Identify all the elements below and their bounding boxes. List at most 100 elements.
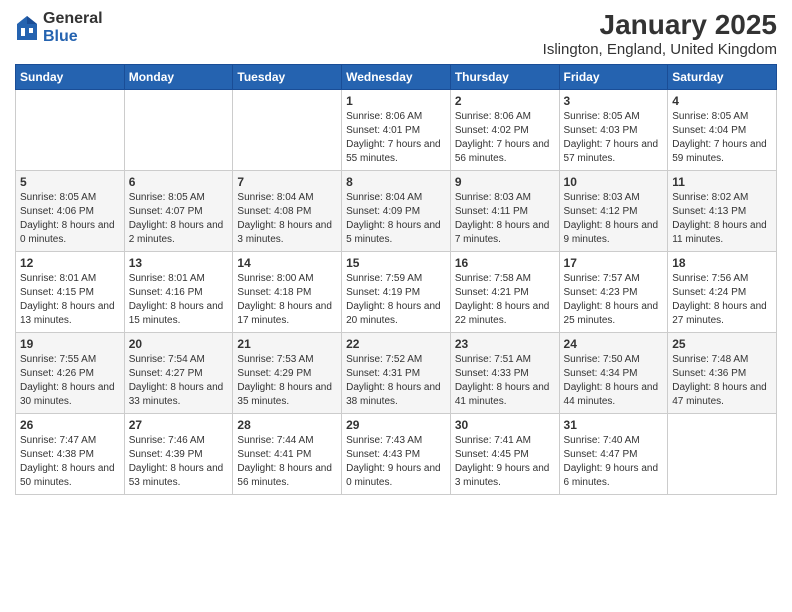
day-number: 17 [564, 256, 664, 270]
day-number: 15 [346, 256, 446, 270]
calendar-week-4: 19 Sunrise: 7:55 AM Sunset: 4:26 PM Dayli… [16, 332, 777, 413]
day-info: Sunrise: 7:54 AM Sunset: 4:27 PM Dayligh… [129, 353, 229, 409]
calendar-cell: 27Sunrise: 7:46 AM Sunset: 4:39 PM Dayli… [124, 413, 233, 494]
day-number: 23 [455, 337, 555, 351]
logo-general-text: General [43, 10, 103, 28]
calendar-cell: 24 Sunrise: 7:50 AM Sunset: 4:34 PM Dayli… [559, 332, 668, 413]
day-number: 27 [129, 418, 229, 432]
day-number: 4 [672, 94, 772, 108]
day-info: Sunrise: 7:50 AM Sunset: 4:34 PM Dayligh… [564, 353, 664, 409]
calendar-header: Sunday Monday Tuesday Wednesday Thursday… [16, 64, 777, 89]
day-number: 18 [672, 256, 772, 270]
day-info: Sunrise: 7:52 AM Sunset: 4:31 PM Dayligh… [346, 353, 446, 409]
day-info: Sunrise: 8:01 AM Sunset: 4:15 PM Dayligh… [20, 272, 120, 328]
logo-blue-text: Blue [43, 28, 103, 46]
day-info: Sunrise: 7:43 AM Sunset: 4:43 PM Dayligh… [346, 434, 446, 490]
logo-icon [15, 14, 39, 42]
calendar-table: Sunday Monday Tuesday Wednesday Thursday… [15, 64, 777, 495]
day-info: Sunrise: 8:01 AM Sunset: 4:16 PM Dayligh… [129, 272, 229, 328]
calendar-cell: 25 Sunrise: 7:48 AM Sunset: 4:36 PM Dayli… [668, 332, 777, 413]
page-title: January 2025 [543, 10, 777, 41]
logo: General Blue [15, 10, 103, 45]
day-info: Sunrise: 7:48 AM Sunset: 4:36 PM Dayligh… [672, 353, 772, 409]
calendar-cell: 2 Sunrise: 8:06 AM Sunset: 4:02 PM Daylig… [450, 89, 559, 170]
calendar-cell: 13 Sunrise: 8:01 AM Sunset: 4:16 PM Dayli… [124, 251, 233, 332]
calendar-cell [16, 89, 125, 170]
day-info: Sunrise: 8:05 AM Sunset: 4:04 PM Dayligh… [672, 110, 772, 166]
day-info: Sunrise: 7:51 AM Sunset: 4:33 PM Dayligh… [455, 353, 555, 409]
day-number: 11 [672, 175, 772, 189]
day-number: 19 [20, 337, 120, 351]
day-info: Sunrise: 8:04 AM Sunset: 4:08 PM Dayligh… [237, 191, 337, 247]
header-tuesday: Tuesday [233, 64, 342, 89]
calendar-cell: 4 Sunrise: 8:05 AM Sunset: 4:04 PM Daylig… [668, 89, 777, 170]
calendar-cell: 9 Sunrise: 8:03 AM Sunset: 4:11 PM Daylig… [450, 170, 559, 251]
day-info: Sunrise: 8:05 AM Sunset: 4:07 PM Dayligh… [129, 191, 229, 247]
day-info: Sunrise: 7:58 AM Sunset: 4:21 PM Dayligh… [455, 272, 555, 328]
day-number: 10 [564, 175, 664, 189]
calendar-cell: 18 Sunrise: 7:56 AM Sunset: 4:24 PM Dayli… [668, 251, 777, 332]
calendar-body: 1 Sunrise: 8:06 AM Sunset: 4:01 PM Daylig… [16, 89, 777, 494]
day-number: 9 [455, 175, 555, 189]
header: General Blue January 2025 Islington, Eng… [15, 10, 777, 58]
day-number: 25 [672, 337, 772, 351]
day-info: Sunrise: 7:55 AM Sunset: 4:26 PM Dayligh… [20, 353, 120, 409]
day-number: 21 [237, 337, 337, 351]
calendar-week-3: 12Sunrise: 8:01 AM Sunset: 4:15 PM Dayli… [16, 251, 777, 332]
day-number: 30 [455, 418, 555, 432]
calendar-cell: 15 Sunrise: 7:59 AM Sunset: 4:19 PM Dayli… [342, 251, 451, 332]
day-info: Sunrise: 8:06 AM Sunset: 4:01 PM Dayligh… [346, 110, 446, 166]
day-info: Sunrise: 8:04 AM Sunset: 4:09 PM Dayligh… [346, 191, 446, 247]
day-info: Sunrise: 8:00 AM Sunset: 4:18 PM Dayligh… [237, 272, 337, 328]
calendar-cell: 28Sunrise: 7:44 AM Sunset: 4:41 PM Dayli… [233, 413, 342, 494]
calendar-cell: 8 Sunrise: 8:04 AM Sunset: 4:09 PM Daylig… [342, 170, 451, 251]
calendar-week-1: 1 Sunrise: 8:06 AM Sunset: 4:01 PM Daylig… [16, 89, 777, 170]
day-info: Sunrise: 7:53 AM Sunset: 4:29 PM Dayligh… [237, 353, 337, 409]
day-info: Sunrise: 7:59 AM Sunset: 4:19 PM Dayligh… [346, 272, 446, 328]
calendar-cell [124, 89, 233, 170]
calendar-cell: 23 Sunrise: 7:51 AM Sunset: 4:33 PM Dayli… [450, 332, 559, 413]
day-number: 13 [129, 256, 229, 270]
calendar-cell: 31 Sunrise: 7:40 AM Sunset: 4:47 PM Dayli… [559, 413, 668, 494]
day-number: 1 [346, 94, 446, 108]
day-info: Sunrise: 7:41 AM Sunset: 4:45 PM Dayligh… [455, 434, 555, 490]
calendar-cell: 29 Sunrise: 7:43 AM Sunset: 4:43 PM Dayli… [342, 413, 451, 494]
day-info: Sunrise: 7:57 AM Sunset: 4:23 PM Dayligh… [564, 272, 664, 328]
day-number: 26 [20, 418, 120, 432]
header-sunday: Sunday [16, 64, 125, 89]
day-info: Sunrise: 8:06 AM Sunset: 4:02 PM Dayligh… [455, 110, 555, 166]
calendar-week-2: 5 Sunrise: 8:05 AM Sunset: 4:06 PM Daylig… [16, 170, 777, 251]
day-info: Sunrise: 8:05 AM Sunset: 4:06 PM Dayligh… [20, 191, 120, 247]
header-thursday: Thursday [450, 64, 559, 89]
calendar-cell: 16Sunrise: 7:58 AM Sunset: 4:21 PM Dayli… [450, 251, 559, 332]
day-number: 5 [20, 175, 120, 189]
header-row: Sunday Monday Tuesday Wednesday Thursday… [16, 64, 777, 89]
calendar-cell: 12Sunrise: 8:01 AM Sunset: 4:15 PM Dayli… [16, 251, 125, 332]
calendar-cell: 5 Sunrise: 8:05 AM Sunset: 4:06 PM Daylig… [16, 170, 125, 251]
calendar-cell: 6 Sunrise: 8:05 AM Sunset: 4:07 PM Daylig… [124, 170, 233, 251]
day-info: Sunrise: 8:03 AM Sunset: 4:11 PM Dayligh… [455, 191, 555, 247]
day-info: Sunrise: 7:40 AM Sunset: 4:47 PM Dayligh… [564, 434, 664, 490]
day-number: 8 [346, 175, 446, 189]
calendar-cell: 21 Sunrise: 7:53 AM Sunset: 4:29 PM Dayli… [233, 332, 342, 413]
day-number: 2 [455, 94, 555, 108]
day-number: 24 [564, 337, 664, 351]
day-info: Sunrise: 7:47 AM Sunset: 4:38 PM Dayligh… [20, 434, 120, 490]
calendar-cell [233, 89, 342, 170]
day-number: 29 [346, 418, 446, 432]
day-number: 7 [237, 175, 337, 189]
calendar-cell: 1 Sunrise: 8:06 AM Sunset: 4:01 PM Daylig… [342, 89, 451, 170]
calendar-cell: 30 Sunrise: 7:41 AM Sunset: 4:45 PM Dayli… [450, 413, 559, 494]
header-saturday: Saturday [668, 64, 777, 89]
day-number: 14 [237, 256, 337, 270]
calendar-cell: 10Sunrise: 8:03 AM Sunset: 4:12 PM Dayli… [559, 170, 668, 251]
day-info: Sunrise: 7:56 AM Sunset: 4:24 PM Dayligh… [672, 272, 772, 328]
day-number: 6 [129, 175, 229, 189]
calendar-cell: 20Sunrise: 7:54 AM Sunset: 4:27 PM Dayli… [124, 332, 233, 413]
logo-text: General Blue [43, 10, 103, 45]
calendar-cell: 22Sunrise: 7:52 AM Sunset: 4:31 PM Dayli… [342, 332, 451, 413]
page-subtitle: Islington, England, United Kingdom [543, 41, 777, 58]
day-number: 28 [237, 418, 337, 432]
day-number: 31 [564, 418, 664, 432]
calendar-cell [668, 413, 777, 494]
